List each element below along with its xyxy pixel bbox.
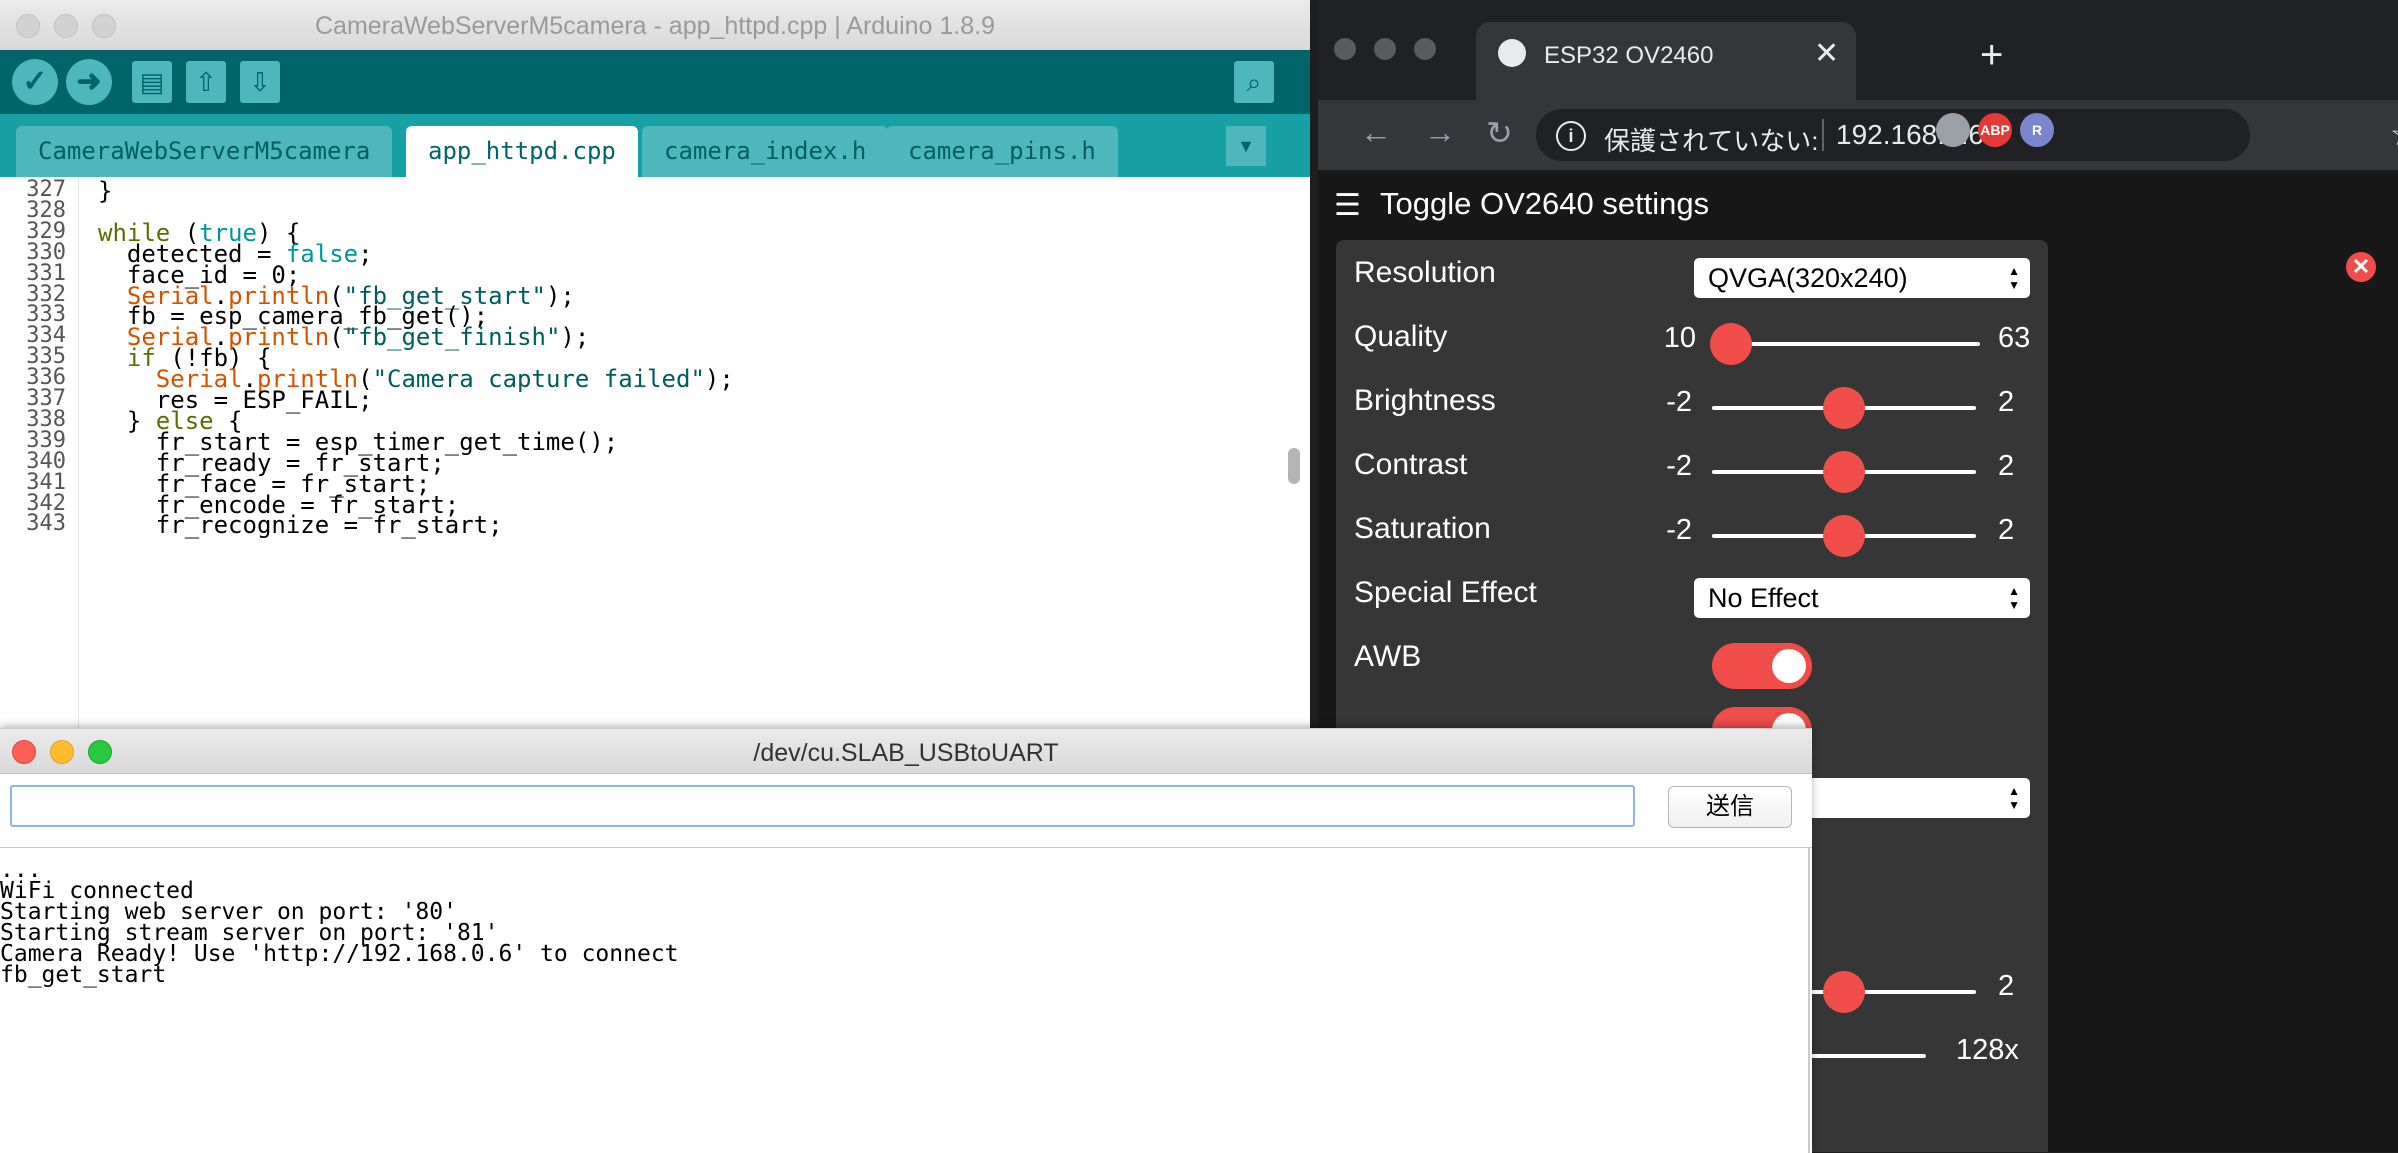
code-token: );	[545, 281, 575, 310]
code-token: "Camera capture failed"	[372, 365, 705, 394]
resolution-label: Resolution	[1354, 256, 1496, 289]
window-minimize-button[interactable]	[1374, 38, 1396, 60]
code-token: fr_recognize = fr_start;	[98, 511, 503, 540]
saturation-max: 2	[1998, 514, 2015, 546]
address-bar[interactable]: i 保護されていない: 192.168.0.6 ☆	[1536, 109, 2398, 161]
info-icon[interactable]: i	[1556, 121, 1586, 151]
forward-icon[interactable]: →	[1424, 114, 1456, 151]
arduino-tab-bar: CameraWebServerM5camera app_httpd.cpp ca…	[0, 114, 1310, 177]
special-effect-select[interactable]: No Effect ▲ ▼	[1694, 578, 2030, 618]
special-effect-label: Special Effect	[1354, 576, 1537, 609]
quality-max: 63	[1998, 322, 2031, 354]
new-icon[interactable]: ▤	[132, 61, 172, 103]
select-arrows-icon: ▲ ▼	[2008, 264, 2020, 292]
back-icon[interactable]: ←	[1360, 114, 1392, 151]
select-arrows-icon: ▲ ▼	[2008, 784, 2020, 812]
new-tab-icon[interactable]: +	[1980, 30, 2003, 80]
window-close-button[interactable]	[1334, 38, 1356, 60]
contrast-slider-thumb[interactable]	[1823, 451, 1865, 493]
code-token: );	[560, 323, 590, 352]
tab-app-httpd[interactable]: app_httpd.cpp	[406, 126, 638, 177]
contrast-max: 2	[1998, 450, 2015, 482]
toggle-knob	[1772, 649, 1806, 683]
code-token: );	[704, 365, 734, 394]
resolution-select[interactable]: QVGA(320x240) ▲ ▼	[1694, 258, 2030, 298]
upload-icon[interactable]: ➜	[66, 59, 112, 105]
tab-camera-pins[interactable]: camera_pins.h	[886, 126, 1118, 177]
close-tab-icon[interactable]: ✕	[1814, 36, 1839, 71]
browser-tab[interactable]: ESP32 OV2460 ✕	[1476, 22, 1856, 100]
line-number-gutter: 327 328 329 330 331 332 333 334 335 336 337 338 339 3…	[0, 177, 79, 740]
serial-monitor-icon[interactable]: ⌕	[1234, 61, 1274, 103]
tab-camera-index[interactable]: camera_index.h	[642, 126, 889, 177]
send-button[interactable]: 送信	[1668, 786, 1792, 828]
arduino-ide-window: CameraWebServerM5camera - app_httpd.cpp …	[0, 0, 1310, 740]
brightness-max: 2	[1998, 386, 2015, 418]
adblock-icon[interactable]: ABP	[1978, 113, 2012, 147]
contrast-min: -2	[1666, 450, 1692, 482]
code-token: (	[329, 323, 344, 352]
code-token: "fb_get_finish"	[343, 323, 561, 352]
reload-icon[interactable]: ↻	[1486, 114, 1513, 152]
open-icon[interactable]: ⇧	[186, 61, 226, 103]
awb-label: AWB	[1354, 640, 1422, 673]
verify-icon[interactable]: ✓	[12, 59, 58, 105]
select-arrows-icon: ▲ ▼	[2008, 584, 2020, 612]
brightness-slider-thumb[interactable]	[1823, 387, 1865, 429]
serial-output-line: fb_get_start	[0, 962, 167, 988]
saturation-min: -2	[1666, 514, 1692, 546]
hamburger-icon[interactable]: ☰	[1334, 188, 1361, 223]
globe-icon	[1498, 39, 1526, 67]
camera-icon[interactable]	[1936, 113, 1970, 147]
quality-label: Quality	[1354, 320, 1448, 353]
tab-menu-dropdown-icon[interactable]: ▼	[1226, 126, 1266, 166]
arduino-toolbar: ✓ ➜ ▤ ⇧ ⇩ ⌕	[0, 50, 1310, 114]
tab-title: ESP32 OV2460	[1544, 42, 1714, 69]
tab-label: camera_index.h	[664, 137, 867, 165]
partial-slider-max: 2	[1998, 970, 2015, 1002]
gain-ceiling-max: 128x	[1956, 1034, 2019, 1066]
toggle-settings-label[interactable]: Toggle OV2640 settings	[1380, 186, 1709, 222]
window-zoom-button[interactable]	[1414, 38, 1436, 60]
tab-sketch-main[interactable]: CameraWebServerM5camera	[16, 126, 393, 177]
tab-label: camera_pins.h	[908, 137, 1096, 165]
quality-slider-thumb[interactable]	[1710, 323, 1752, 365]
editor-scrollbar[interactable]	[1288, 448, 1300, 484]
extension-r-icon[interactable]: R	[2020, 113, 2054, 147]
brightness-min: -2	[1666, 386, 1692, 418]
divider	[1822, 119, 1824, 151]
serial-window-title: /dev/cu.SLAB_USBtoUART	[753, 739, 1059, 767]
save-icon[interactable]: ⇩	[240, 61, 280, 103]
chrome-tab-strip: ESP32 OV2460 ✕ +	[1318, 0, 2398, 100]
code-token: ;	[358, 239, 373, 268]
arduino-window-title: CameraWebServerM5camera - app_httpd.cpp …	[314, 12, 995, 40]
tab-label: CameraWebServerM5camera	[38, 137, 371, 165]
serial-title-bar: /dev/cu.SLAB_USBtoUART	[0, 729, 1812, 774]
saturation-label: Saturation	[1354, 512, 1491, 545]
saturation-slider-thumb[interactable]	[1823, 515, 1865, 557]
code-editor[interactable]: 327 328 329 330 331 332 333 334 335 336 337 338 339 3…	[0, 177, 1310, 740]
divider	[1808, 847, 1810, 1153]
line-number: 343	[26, 511, 66, 537]
contrast-label: Contrast	[1354, 448, 1468, 481]
security-label: 保護されていない:	[1604, 126, 1819, 156]
arduino-title-bar: CameraWebServerM5camera - app_httpd.cpp …	[0, 0, 1310, 51]
chrome-navbar: ← → ↻ i 保護されていない: 192.168.0.6 ☆	[1318, 100, 2398, 170]
code-line: }	[98, 177, 112, 205]
partial-slider-thumb[interactable]	[1823, 971, 1865, 1013]
serial-monitor-window: /dev/cu.SLAB_USBtoUART 送信 ... WiFi connec…	[0, 728, 1812, 1153]
divider	[0, 847, 1812, 848]
awb-toggle[interactable]	[1712, 643, 1812, 689]
tab-label: app_httpd.cpp	[428, 137, 616, 165]
bookmark-star-icon[interactable]: ☆	[2390, 115, 2398, 153]
close-stream-icon[interactable]: ✕	[2346, 252, 2376, 282]
serial-send-input[interactable]	[10, 785, 1635, 827]
quality-track[interactable]	[1716, 342, 1980, 346]
special-effect-value: No Effect	[1708, 583, 1819, 613]
resolution-value: QVGA(320x240)	[1708, 263, 1908, 293]
code-token: }	[98, 177, 113, 205]
brightness-label: Brightness	[1354, 384, 1496, 417]
code-line: fr_recognize = fr_start;	[98, 511, 503, 539]
quality-min: 10	[1663, 322, 1696, 354]
